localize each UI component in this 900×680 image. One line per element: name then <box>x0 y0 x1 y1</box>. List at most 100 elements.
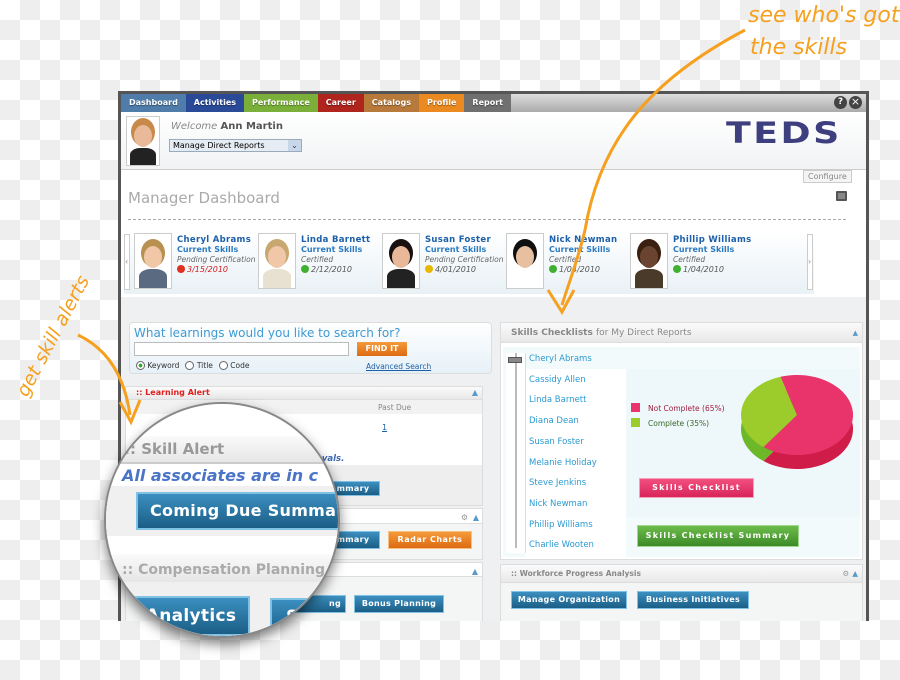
search-input[interactable] <box>134 342 349 356</box>
person-name-link[interactable]: Nick Newman <box>549 235 617 245</box>
panel-title: Skills Checklists <box>511 328 593 338</box>
current-skills-link[interactable]: Current Skills <box>549 245 617 255</box>
status-date-row: 3/15/2010 <box>177 265 256 275</box>
status-dot-icon <box>301 265 309 273</box>
list-item[interactable]: Cassidy Allen <box>529 375 586 385</box>
find-it-button[interactable]: FIND IT <box>357 342 407 356</box>
coming-due-summary-button[interactable]: Coming Due Summa <box>136 492 338 530</box>
legend-swatch <box>631 403 640 412</box>
current-skills-link[interactable]: Current Skills <box>177 245 256 255</box>
list-item[interactable]: Susan Foster <box>529 437 584 447</box>
person-name-link[interactable]: Susan Foster <box>425 235 504 245</box>
configure-button[interactable]: Configure <box>803 170 852 183</box>
tab-profile[interactable]: Profile <box>419 94 465 112</box>
tab-career[interactable]: Career <box>317 94 364 112</box>
list-item[interactable]: Phillip Williams <box>529 520 593 530</box>
status-dot-icon <box>425 265 433 273</box>
panel-title: :: Learning Alert <box>136 388 210 397</box>
tab-catalogs[interactable]: Catalogs <box>363 94 420 112</box>
view-select[interactable]: Manage Direct Reports ⌄ <box>169 139 302 152</box>
analytics-button[interactable]: Analytics <box>132 596 250 636</box>
past-due-count-link[interactable]: 1 <box>382 423 387 432</box>
collapse-icon[interactable]: ▲ <box>472 563 478 581</box>
settings-icon[interactable]: ⚙ <box>842 565 849 583</box>
skills-checklist-summary-button[interactable]: Skills Checklist Summary <box>637 525 799 547</box>
compensation-planning-title: :: Compensation Planning <box>122 562 325 578</box>
column-header: Past Due <box>378 403 412 412</box>
select-value: Manage Direct Reports <box>173 141 265 150</box>
person-card[interactable]: Nick Newman Current Skills Certified 1/0… <box>506 233 626 291</box>
bonus-planning-button[interactable]: Bonus Planning <box>354 595 444 613</box>
radio-title[interactable]: Title <box>185 361 213 370</box>
prev-arrow-button[interactable]: ‹ <box>124 234 130 290</box>
list-item[interactable]: Melanie Holiday <box>529 458 597 468</box>
close-icon[interactable]: × <box>849 96 862 109</box>
current-skills-link[interactable]: Current Skills <box>425 245 504 255</box>
radio-keyword[interactable]: Keyword <box>136 361 179 370</box>
radio-icon <box>218 361 228 370</box>
current-skills-link[interactable]: Current Skills <box>301 245 370 255</box>
printer-icon[interactable] <box>836 191 847 201</box>
annotation-skills: see who's got the skills <box>748 3 900 60</box>
list-item[interactable]: Diana Dean <box>529 416 579 426</box>
divider <box>128 219 846 220</box>
person-card[interactable]: Linda Barnett Current Skills Certified 2… <box>258 233 378 291</box>
status-dot-icon <box>549 265 557 273</box>
person-card[interactable]: Cheryl Abrams Current Skills Pending Cer… <box>134 233 256 291</box>
magnifier-callout: :: Skill Alert All associates are in c C… <box>104 402 340 638</box>
page-title: Manager Dashboard <box>128 189 280 207</box>
tab-report[interactable]: Report <box>464 94 511 112</box>
collapse-icon[interactable]: ▲ <box>472 387 478 399</box>
certification-status: Certified <box>301 255 334 264</box>
panel-title: :: Workforce Progress Analysis <box>511 569 641 578</box>
current-skills-link[interactable]: Current Skills <box>673 245 751 255</box>
help-icon[interactable]: ? <box>834 96 847 109</box>
person-name-link[interactable]: Phillip Williams <box>673 235 751 245</box>
legend-item: Not Complete (65%) <box>631 403 725 413</box>
status-dot-icon <box>673 265 681 273</box>
skill-alert-title: :: Skill Alert <box>124 440 225 458</box>
legend-label: Not Complete (65%) <box>648 404 725 413</box>
skill-alert-message: All associates are in c <box>122 466 319 485</box>
certification-status: Pending Certification <box>177 255 256 264</box>
person-card[interactable]: Phillip Williams Current Skills Certifie… <box>630 233 751 291</box>
tab-performance[interactable]: Performance <box>244 94 318 112</box>
panel-subtitle: for My Direct Reports <box>595 328 692 338</box>
search-prompt: What learnings would you like to search … <box>134 326 401 340</box>
pie-chart <box>741 375 853 469</box>
business-initiatives-button[interactable]: Business Initiatives <box>637 591 749 609</box>
list-item[interactable]: Charlie Wooten <box>529 540 594 550</box>
salary-button-magnified[interactable]: Sa <box>270 598 338 636</box>
list-item[interactable]: Nick Newman <box>529 499 587 509</box>
list-item[interactable]: Linda Barnett <box>529 395 586 405</box>
scroll-thumb[interactable] <box>508 357 522 363</box>
welcome-text: Welcome Ann Martin <box>171 121 283 132</box>
person-name-link[interactable]: Linda Barnett <box>301 235 370 245</box>
person-card[interactable]: Susan Foster Current Skills Pending Cert… <box>382 233 504 291</box>
collapse-icon[interactable]: ▲ <box>853 323 858 343</box>
collapse-icon[interactable]: ▲ <box>852 565 858 583</box>
chart-legend: Not Complete (65%) Complete (35%) <box>631 403 725 433</box>
manage-organization-button[interactable]: Manage Organization <box>511 591 627 609</box>
people-strip: ‹ › Cheryl Abrams Current Skills Pending… <box>124 230 814 294</box>
skills-checklist-button[interactable]: Skills Checklist <box>639 478 754 498</box>
tab-dashboard[interactable]: Dashboard <box>121 94 186 112</box>
status-date: 1/04/2010 <box>559 265 601 274</box>
status-date-row: 4/01/2010 <box>425 265 504 275</box>
list-item[interactable]: Steve Jenkins <box>529 478 586 488</box>
radio-code[interactable]: Code <box>218 361 250 370</box>
collapse-icon[interactable]: ▲ <box>473 509 479 527</box>
radio-icon <box>136 361 145 370</box>
list-item[interactable]: Cheryl Abrams <box>529 354 592 364</box>
certification-status: Certified <box>673 255 706 264</box>
person-photo <box>630 233 668 289</box>
person-name-link[interactable]: Cheryl Abrams <box>177 235 256 245</box>
radar-charts-button[interactable]: Radar Charts <box>388 531 472 549</box>
advanced-search-link[interactable]: Advanced Search <box>366 362 431 371</box>
list-scrollbar[interactable] <box>506 353 526 553</box>
next-arrow-button[interactable]: › <box>807 234 813 290</box>
status-date: 2/12/2010 <box>311 265 353 274</box>
person-photo <box>134 233 172 289</box>
settings-icon[interactable]: ⚙ <box>461 509 468 527</box>
tab-activities[interactable]: Activities <box>185 94 245 112</box>
